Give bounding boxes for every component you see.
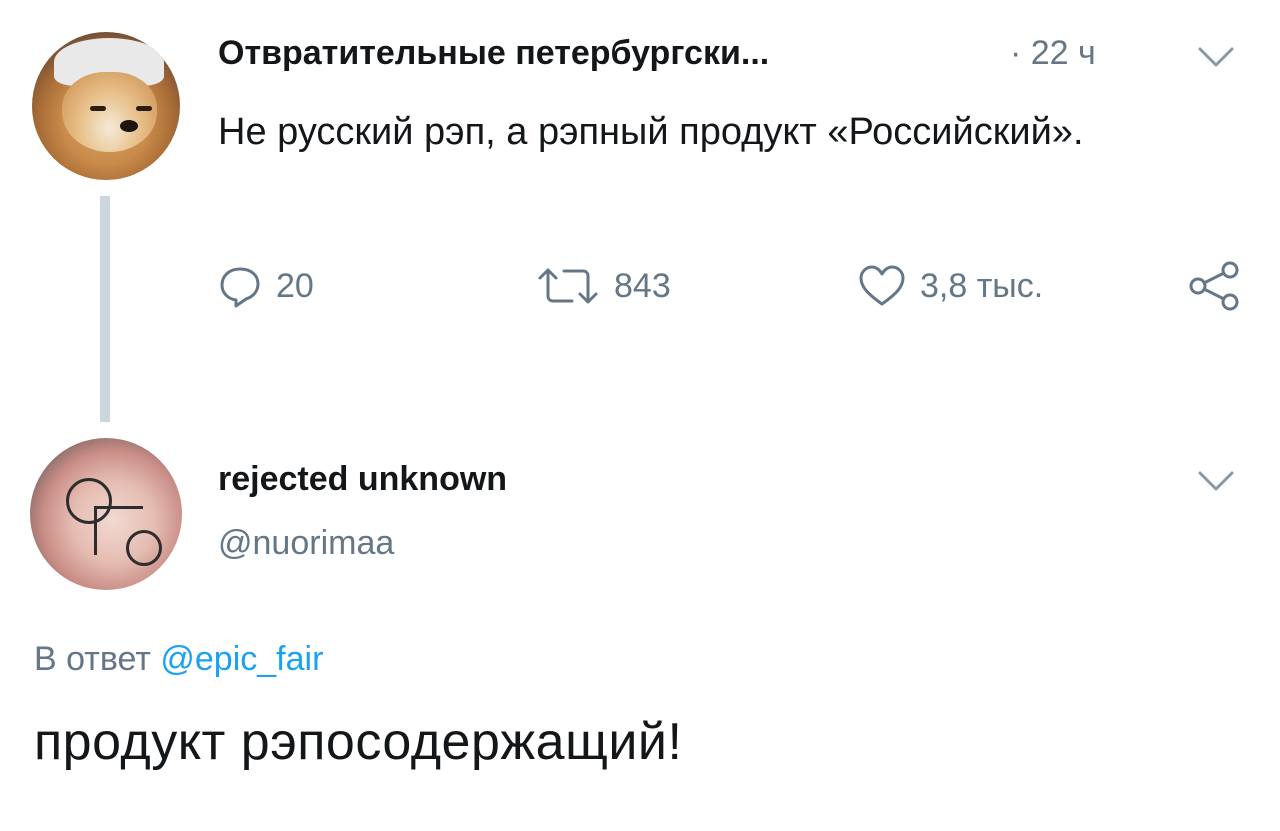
chevron-down-icon[interactable] [1198,470,1234,492]
avatar-nose-shape [120,120,138,132]
reply-mention-link[interactable]: @epic_fair [160,640,323,678]
avatar-eye-shape [90,106,106,111]
avatar[interactable] [32,32,180,180]
reply-count: 20 [276,266,314,305]
tweet-text: продукт рэпосодержащий! [34,713,683,771]
user-name[interactable]: rejected unknown [218,460,507,499]
retweet-count: 843 [614,266,671,305]
share-icon [1186,260,1242,312]
like-icon [858,264,906,308]
retweet-icon [536,264,600,308]
chevron-down-icon[interactable] [1198,46,1234,68]
user-handle[interactable]: @nuorimaa [218,524,394,563]
like-button[interactable]: 3,8 тыс. [858,260,1043,312]
reply-context: В ответ @epic_fair [34,640,323,679]
tweet-text: Не русский рэп, а рэпный продукт «Россий… [218,111,1084,153]
reply-prefix: В ответ [34,640,151,678]
avatar-eye-shape [136,106,152,111]
user-name[interactable]: Отвратительные петербургски... [218,34,769,73]
avatar[interactable] [30,438,182,590]
reply-icon [218,264,262,308]
like-count: 3,8 тыс. [920,266,1044,305]
retweet-button[interactable]: 843 [536,260,671,312]
tweet-time[interactable]: · 22 ч [1010,34,1096,73]
reply-button[interactable]: 20 [218,260,314,312]
thread-line [100,196,110,422]
avatar-mark-shape [94,506,143,555]
share-button[interactable] [1186,260,1242,312]
avatar-face-shape [62,72,157,152]
